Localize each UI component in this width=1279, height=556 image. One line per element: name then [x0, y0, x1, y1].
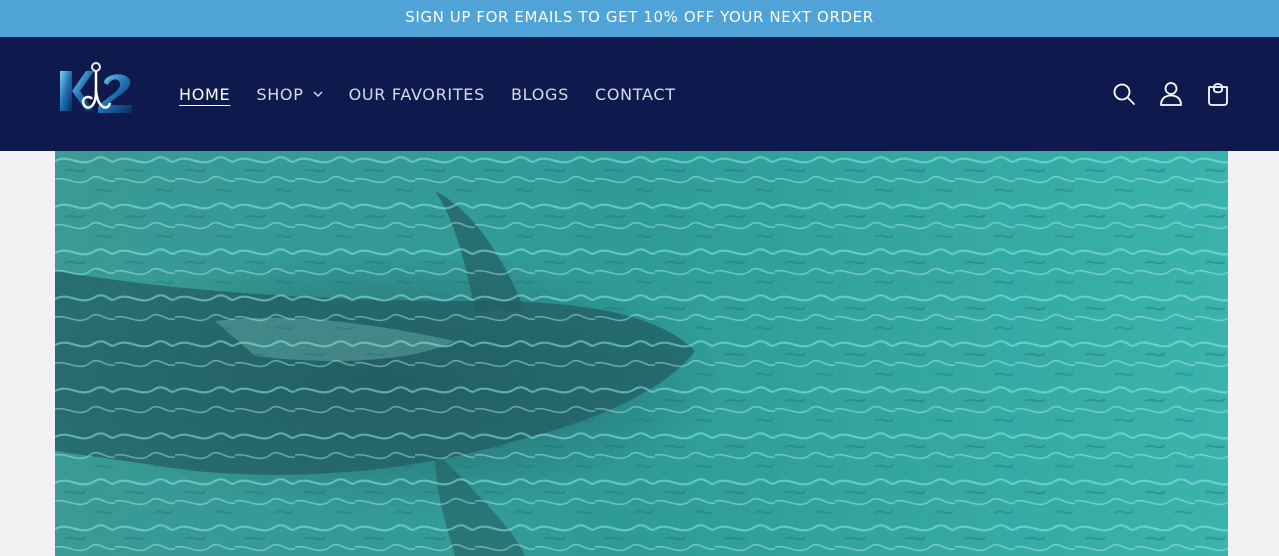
cart-icon: [1208, 83, 1228, 106]
nav-contact-label: CONTACT: [594, 84, 676, 104]
search-button[interactable]: [1111, 81, 1137, 107]
logo[interactable]: [58, 61, 134, 115]
nav-shop[interactable]: SHOP: [256, 84, 323, 104]
chevron-down-icon: [313, 91, 323, 97]
nav-contact[interactable]: CONTACT: [595, 85, 676, 104]
nav-blogs-label: BLOGS: [510, 84, 569, 104]
cart-button[interactable]: [1205, 81, 1231, 107]
nav-shop-label: SHOP: [256, 84, 304, 104]
announcement-bar[interactable]: SIGN UP FOR EMAILS TO GET 10% OFF YOUR N…: [0, 0, 1279, 37]
announcement-text[interactable]: SIGN UP FOR EMAILS TO GET 10% OFF YOUR N…: [405, 8, 873, 26]
nav-our-favorites[interactable]: OUR FAVORITES: [349, 85, 485, 104]
shark-underwater-image: [55, 151, 1228, 556]
hero-image[interactable]: [55, 151, 1228, 556]
nav-home[interactable]: HOME: [179, 85, 230, 104]
header-icons: [1090, 37, 1231, 151]
site-header: HOME SHOP OUR FAVORITES BLOGS CONTACT: [0, 37, 1279, 151]
nav-our-favorites-label: OUR FAVORITES: [348, 84, 485, 104]
account-button[interactable]: [1158, 81, 1184, 107]
search-icon: [1113, 83, 1135, 105]
account-icon: [1160, 82, 1182, 106]
nav-home-label: HOME: [179, 84, 231, 104]
nav-blogs[interactable]: BLOGS: [511, 85, 569, 104]
hook-wave-logo-icon: [60, 62, 132, 113]
main-nav: HOME SHOP OUR FAVORITES BLOGS CONTACT: [179, 37, 702, 151]
